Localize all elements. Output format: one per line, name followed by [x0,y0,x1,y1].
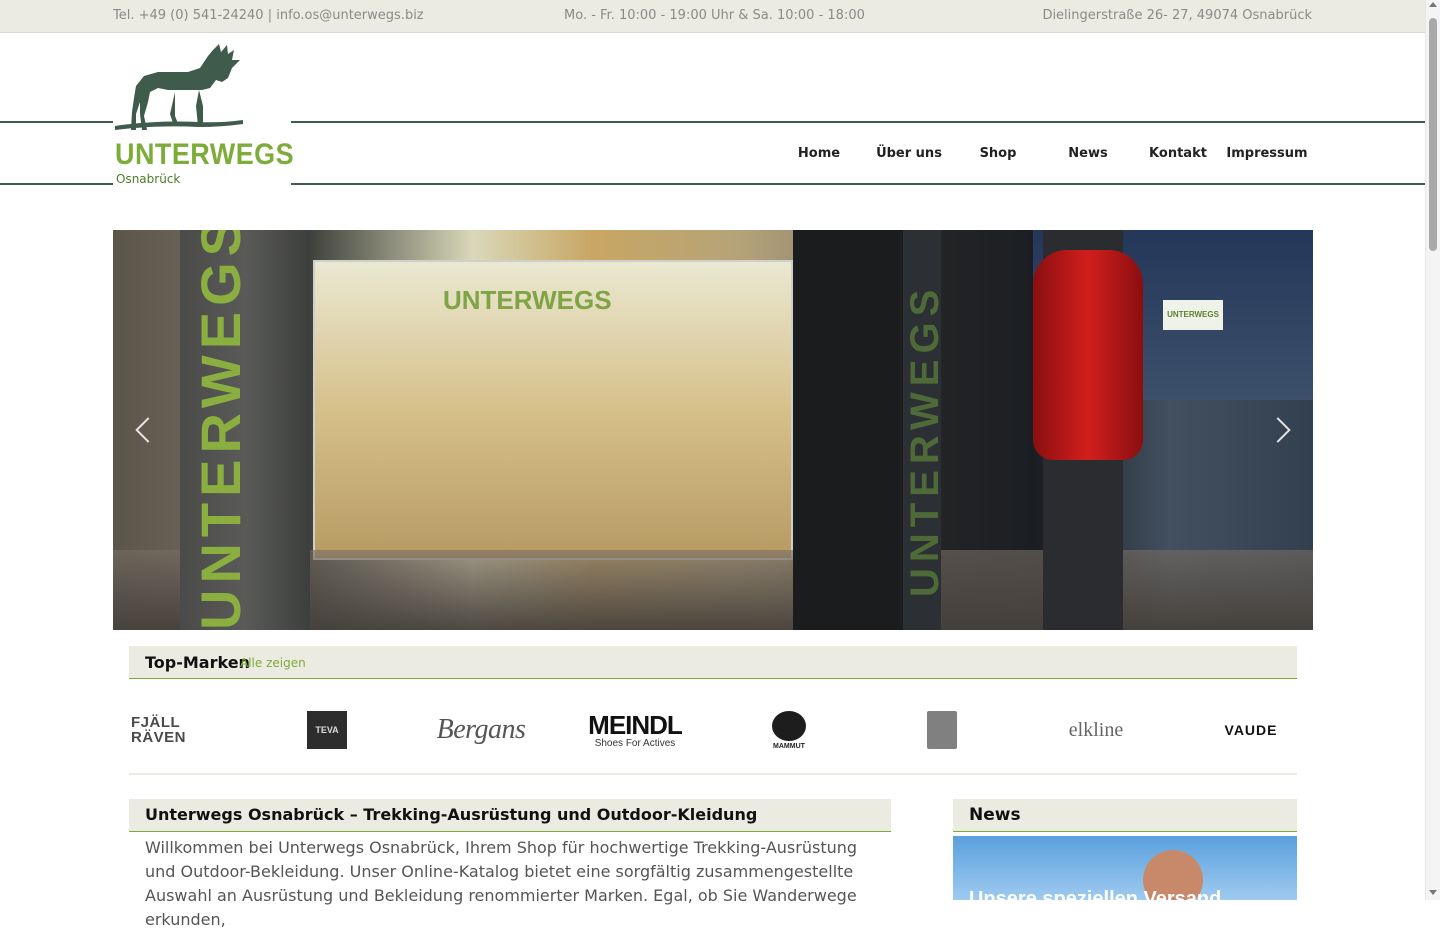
nav-impressum[interactable]: Impressum [1222,146,1312,161]
show-all-brands-link[interactable]: Alle zeigen [240,656,306,670]
brands-header: Top-Marken Alle zeigen [129,646,1297,679]
brand-fjallraven[interactable]: FJÄLL RÄVEN [116,700,236,760]
brands-carousel: FJÄLL RÄVEN TEVA Bergans MEINDL Shoes Fo… [129,700,1297,760]
slider-pillar-narrow: UNTERWEGS [903,230,947,630]
brand-bergans-logo: Bergans [436,714,526,745]
nav-shop[interactable]: Shop [953,146,1043,161]
brand-meindl[interactable]: MEINDL Shoes For Actives [575,700,695,760]
top-info-bar: Tel. +49 (0) 541-24240 | info.os@unterwe… [0,0,1425,33]
brand-mammut[interactable]: MAMMUT [729,700,849,760]
intro-header: Unterwegs Osnabrück – Trekking-Ausrüstun… [129,799,891,832]
news-image-caption: Unsere speziellen Versand [969,888,1222,900]
hero-slider: UNTERWEGS UNTERWEGS UNTERWEGS UNTERWEGS [113,230,1313,630]
pillar-lettering-2: UNTERWEGS [903,283,947,597]
brand-vaude[interactable]: VAUDE [1191,700,1311,760]
brands-divider [129,773,1297,775]
scroll-up-arrow-icon[interactable] [1429,2,1437,7]
logo-city: Osnabrück [116,172,181,186]
slider-prev-arrow-icon[interactable] [133,415,153,445]
red-backpack [1033,250,1143,460]
nav-news[interactable]: News [1043,146,1133,161]
brand-meindl-tagline: Shoes For Actives [594,737,676,749]
brand-icebreaker-logo [927,711,957,749]
nav-ueber-uns[interactable]: Über uns [864,146,954,161]
news-title: News [969,805,1021,825]
brand-vaude-logo: VAUDE [1224,722,1278,738]
site-logo[interactable]: UNTERWEGS Osnabrück [113,36,295,188]
brand-elkline[interactable]: elkline [1036,700,1156,760]
news-header: News [953,799,1297,832]
news-teaser-image[interactable]: Unsere speziellen Versand [953,836,1297,900]
store-address: Dielingerstraße 26- 27, 49074 Osnabrück [1042,8,1312,23]
brand-bergans[interactable]: Bergans [421,700,541,760]
brand-mammut-logo: MAMMUT [772,710,806,750]
nav-kontakt[interactable]: Kontakt [1133,146,1223,161]
slider-pillar-left: UNTERWEGS [180,230,310,630]
brand-teva[interactable]: TEVA [267,700,387,760]
opening-hours: Mo. - Fr. 10:00 - 19:00 Uhr & Sa. 10:00 … [564,8,865,23]
scroll-thumb[interactable] [1429,18,1437,251]
pillar-lettering: UNTERWEGS [189,230,252,630]
brands-title: Top-Marken [145,653,250,672]
brand-meindl-logo: MEINDL Shoes For Actives [588,709,683,749]
nav-home[interactable]: Home [774,146,864,161]
mammut-icon [772,710,806,741]
page-scrollbar[interactable] [1425,0,1440,900]
shop-sign: UNTERWEGS [443,285,612,315]
slider-pillar-center [793,230,903,630]
brand-icebreaker[interactable] [882,700,1002,760]
brand-teva-logo: TEVA [307,711,347,749]
logo-wordmark: UNTERWEGS [115,138,295,171]
slider-next-arrow-icon[interactable] [1273,415,1293,445]
moose-icon [115,44,243,130]
intro-text: Willkommen bei Unterwegs Osnabrück, Ihre… [145,838,858,929]
scroll-down-arrow-icon[interactable] [1429,890,1437,895]
contact-info[interactable]: Tel. +49 (0) 541-24240 | info.os@unterwe… [113,8,424,23]
brand-elkline-logo: elkline [1068,718,1124,741]
intro-title: Unterwegs Osnabrück – Trekking-Ausrüstun… [145,805,758,824]
brand-meindl-name: MEINDL [588,709,683,740]
brand-fjallraven-logo: FJÄLL RÄVEN [131,714,187,746]
brand-mammut-name: MAMMUT [773,742,805,750]
street-shop-sign: UNTERWEGS [1163,300,1223,330]
